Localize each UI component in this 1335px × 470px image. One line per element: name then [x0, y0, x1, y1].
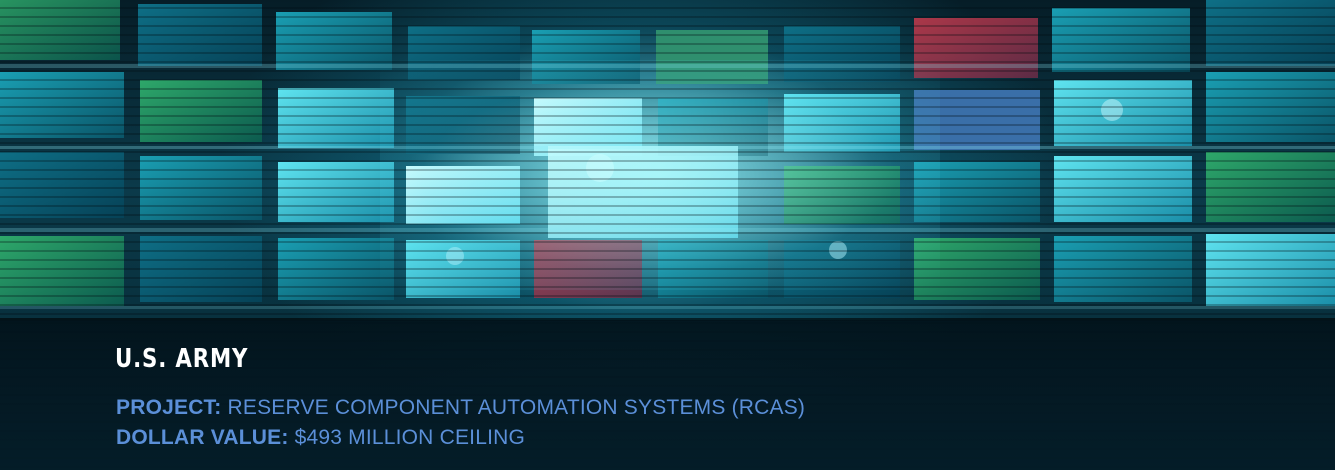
- agency-title: U.S. ARMY: [115, 344, 249, 374]
- hero-banner: U.S. ARMY PROJECT: RESERVE COMPONENT AUT…: [0, 0, 1335, 470]
- project-line: PROJECT: RESERVE COMPONENT AUTOMATION SY…: [116, 396, 805, 420]
- dollar-value-line: DOLLAR VALUE: $493 MILLION CEILING: [116, 426, 525, 450]
- dollar-value-amount: $493 MILLION CEILING: [294, 426, 526, 449]
- dollar-value-label: DOLLAR VALUE:: [116, 426, 289, 449]
- project-label: PROJECT:: [116, 396, 222, 419]
- project-value: RESERVE COMPONENT AUTOMATION SYSTEMS (RC…: [227, 396, 806, 419]
- video-wall-background: [0, 0, 1335, 309]
